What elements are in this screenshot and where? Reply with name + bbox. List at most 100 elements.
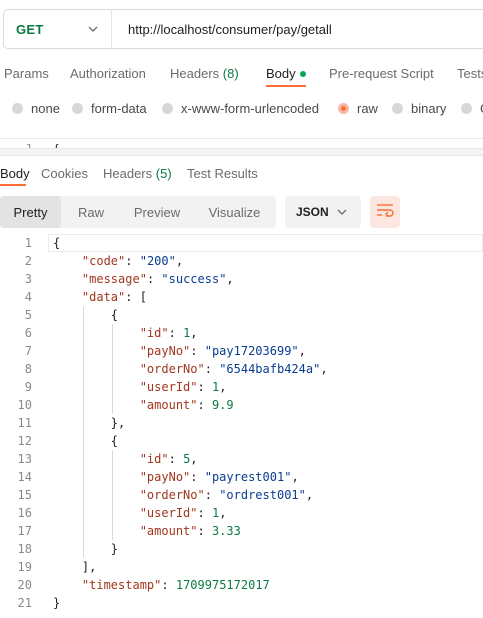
- json-string: "pay17203699": [204, 344, 299, 358]
- radio-circle: [72, 103, 83, 114]
- json-punctuation: [53, 272, 82, 286]
- json-string: "200": [139, 254, 176, 268]
- code-text: "timestamp": 1709975172017: [53, 576, 270, 594]
- line-number: 3: [24, 272, 32, 286]
- tab-headers[interactable]: Headers (8): [170, 66, 239, 81]
- line-number: 7: [24, 344, 32, 358]
- code-text: "message": "success",: [53, 270, 234, 288]
- json-punctuation: [53, 506, 140, 520]
- wrap-lines-icon: [376, 203, 394, 222]
- tab-label: Test Results: [187, 166, 258, 181]
- radio-raw[interactable]: raw: [338, 101, 378, 116]
- json-punctuation: [53, 254, 82, 268]
- code-line: 14 "payNo": "payrest001",: [0, 468, 483, 486]
- json-punctuation: :: [161, 578, 176, 592]
- code-text: "orderNo": "ordrest001",: [53, 486, 313, 504]
- code-text: "amount": 3.33: [53, 522, 241, 540]
- json-number: 1709975172017: [175, 578, 270, 592]
- view-mode-group: Pretty Raw Preview Visualize: [0, 196, 276, 228]
- json-punctuation: {: [53, 308, 119, 322]
- line-number: 1: [24, 236, 32, 250]
- code-text: "id": 5,: [53, 450, 198, 468]
- tab-params[interactable]: Params: [4, 66, 49, 81]
- json-punctuation: ,: [219, 506, 227, 520]
- tab-tests[interactable]: Tests: [457, 66, 483, 81]
- body-type-radios: none form-data x-www-form-urlencoded raw…: [0, 98, 483, 120]
- view-raw-button[interactable]: Raw: [61, 196, 121, 228]
- tab-cookies[interactable]: Cookies: [41, 166, 88, 181]
- radio-circle: [461, 103, 472, 114]
- json-key: "code": [81, 254, 126, 268]
- chevron-down-icon: [336, 206, 348, 218]
- tab-response-headers[interactable]: Headers (5): [103, 166, 172, 181]
- format-label: JSON: [296, 205, 329, 219]
- json-punctuation: :: [204, 488, 220, 502]
- body-indicator-dot: [299, 70, 306, 77]
- code-line: 4 "data": [: [0, 288, 483, 306]
- radio-label: form-data: [91, 101, 147, 116]
- radio-form-data[interactable]: form-data: [72, 101, 147, 116]
- tab-test-results[interactable]: Test Results: [187, 166, 258, 181]
- json-number: 9.9: [211, 398, 234, 412]
- code-line: 1{: [0, 234, 483, 252]
- json-punctuation: ,: [219, 380, 227, 394]
- json-punctuation: [53, 470, 140, 484]
- headers-count: (5): [155, 166, 172, 181]
- url-input[interactable]: http://localhost/consumer/pay/getall: [112, 22, 332, 37]
- radio-binary[interactable]: binary: [392, 101, 446, 116]
- view-preview-button[interactable]: Preview: [121, 196, 193, 228]
- json-punctuation: ,: [226, 272, 234, 286]
- active-tab-underline: [0, 184, 26, 186]
- wrap-lines-button[interactable]: [370, 196, 400, 228]
- radio-circle: [162, 103, 173, 114]
- json-punctuation: {: [53, 236, 61, 250]
- tab-response-body[interactable]: Body: [0, 166, 30, 181]
- line-number: 15: [17, 488, 32, 502]
- format-select[interactable]: JSON: [285, 196, 361, 228]
- response-toolbar: Pretty Raw Preview Visualize JSON: [0, 196, 483, 228]
- code-line: 13 "id": 5,: [0, 450, 483, 468]
- line-number: 10: [17, 398, 32, 412]
- tab-pre-request-script[interactable]: Pre-request Script: [329, 66, 434, 81]
- view-pretty-button[interactable]: Pretty: [0, 196, 61, 228]
- line-number: 17: [17, 524, 32, 538]
- radio-x-www-form-urlencoded[interactable]: x-www-form-urlencoded: [162, 101, 319, 116]
- code-line: 2 "code": "200",: [0, 252, 483, 270]
- radio-circle: [12, 103, 23, 114]
- radio-graphql[interactable]: G: [461, 101, 483, 116]
- json-punctuation: }: [53, 542, 119, 556]
- code-text: }: [53, 594, 60, 612]
- method-select[interactable]: GET: [4, 10, 112, 48]
- pane-splitter[interactable]: [0, 148, 483, 156]
- json-punctuation: ,: [190, 452, 198, 466]
- code-line: 20 "timestamp": 1709975172017: [0, 576, 483, 594]
- code-text: "payNo": "pay17203699",: [53, 342, 306, 360]
- request-tabs: Params Authorization Headers (8) Body Pr…: [0, 60, 483, 88]
- line-number: 8: [24, 362, 32, 376]
- tab-label: Params: [4, 66, 49, 81]
- json-key: "amount": [139, 398, 198, 412]
- code-text: },: [53, 414, 125, 432]
- json-punctuation: ,: [298, 344, 306, 358]
- radio-none[interactable]: none: [12, 101, 60, 116]
- line-number: 2: [24, 254, 32, 268]
- code-line: 11 },: [0, 414, 483, 432]
- json-punctuation: :: [197, 506, 212, 520]
- tab-label: Headers: [103, 166, 153, 181]
- line-number: 16: [17, 506, 32, 520]
- tab-body[interactable]: Body: [266, 66, 306, 81]
- json-punctuation: ,: [190, 326, 198, 340]
- json-punctuation: :: [197, 398, 212, 412]
- radio-label: none: [31, 101, 60, 116]
- line-number: 9: [24, 380, 32, 394]
- code-text: "code": "200",: [53, 252, 183, 270]
- view-visualize-button[interactable]: Visualize: [193, 196, 276, 228]
- code-line: 19 ],: [0, 558, 483, 576]
- code-text: "data": [: [53, 288, 147, 306]
- code-text: "userId": 1,: [53, 504, 227, 522]
- json-punctuation: [53, 398, 140, 412]
- code-line: 16 "userId": 1,: [0, 504, 483, 522]
- json-key: "timestamp": [81, 578, 162, 592]
- request-body-editor[interactable]: 1 {: [0, 138, 483, 148]
- tab-authorization[interactable]: Authorization: [70, 66, 146, 81]
